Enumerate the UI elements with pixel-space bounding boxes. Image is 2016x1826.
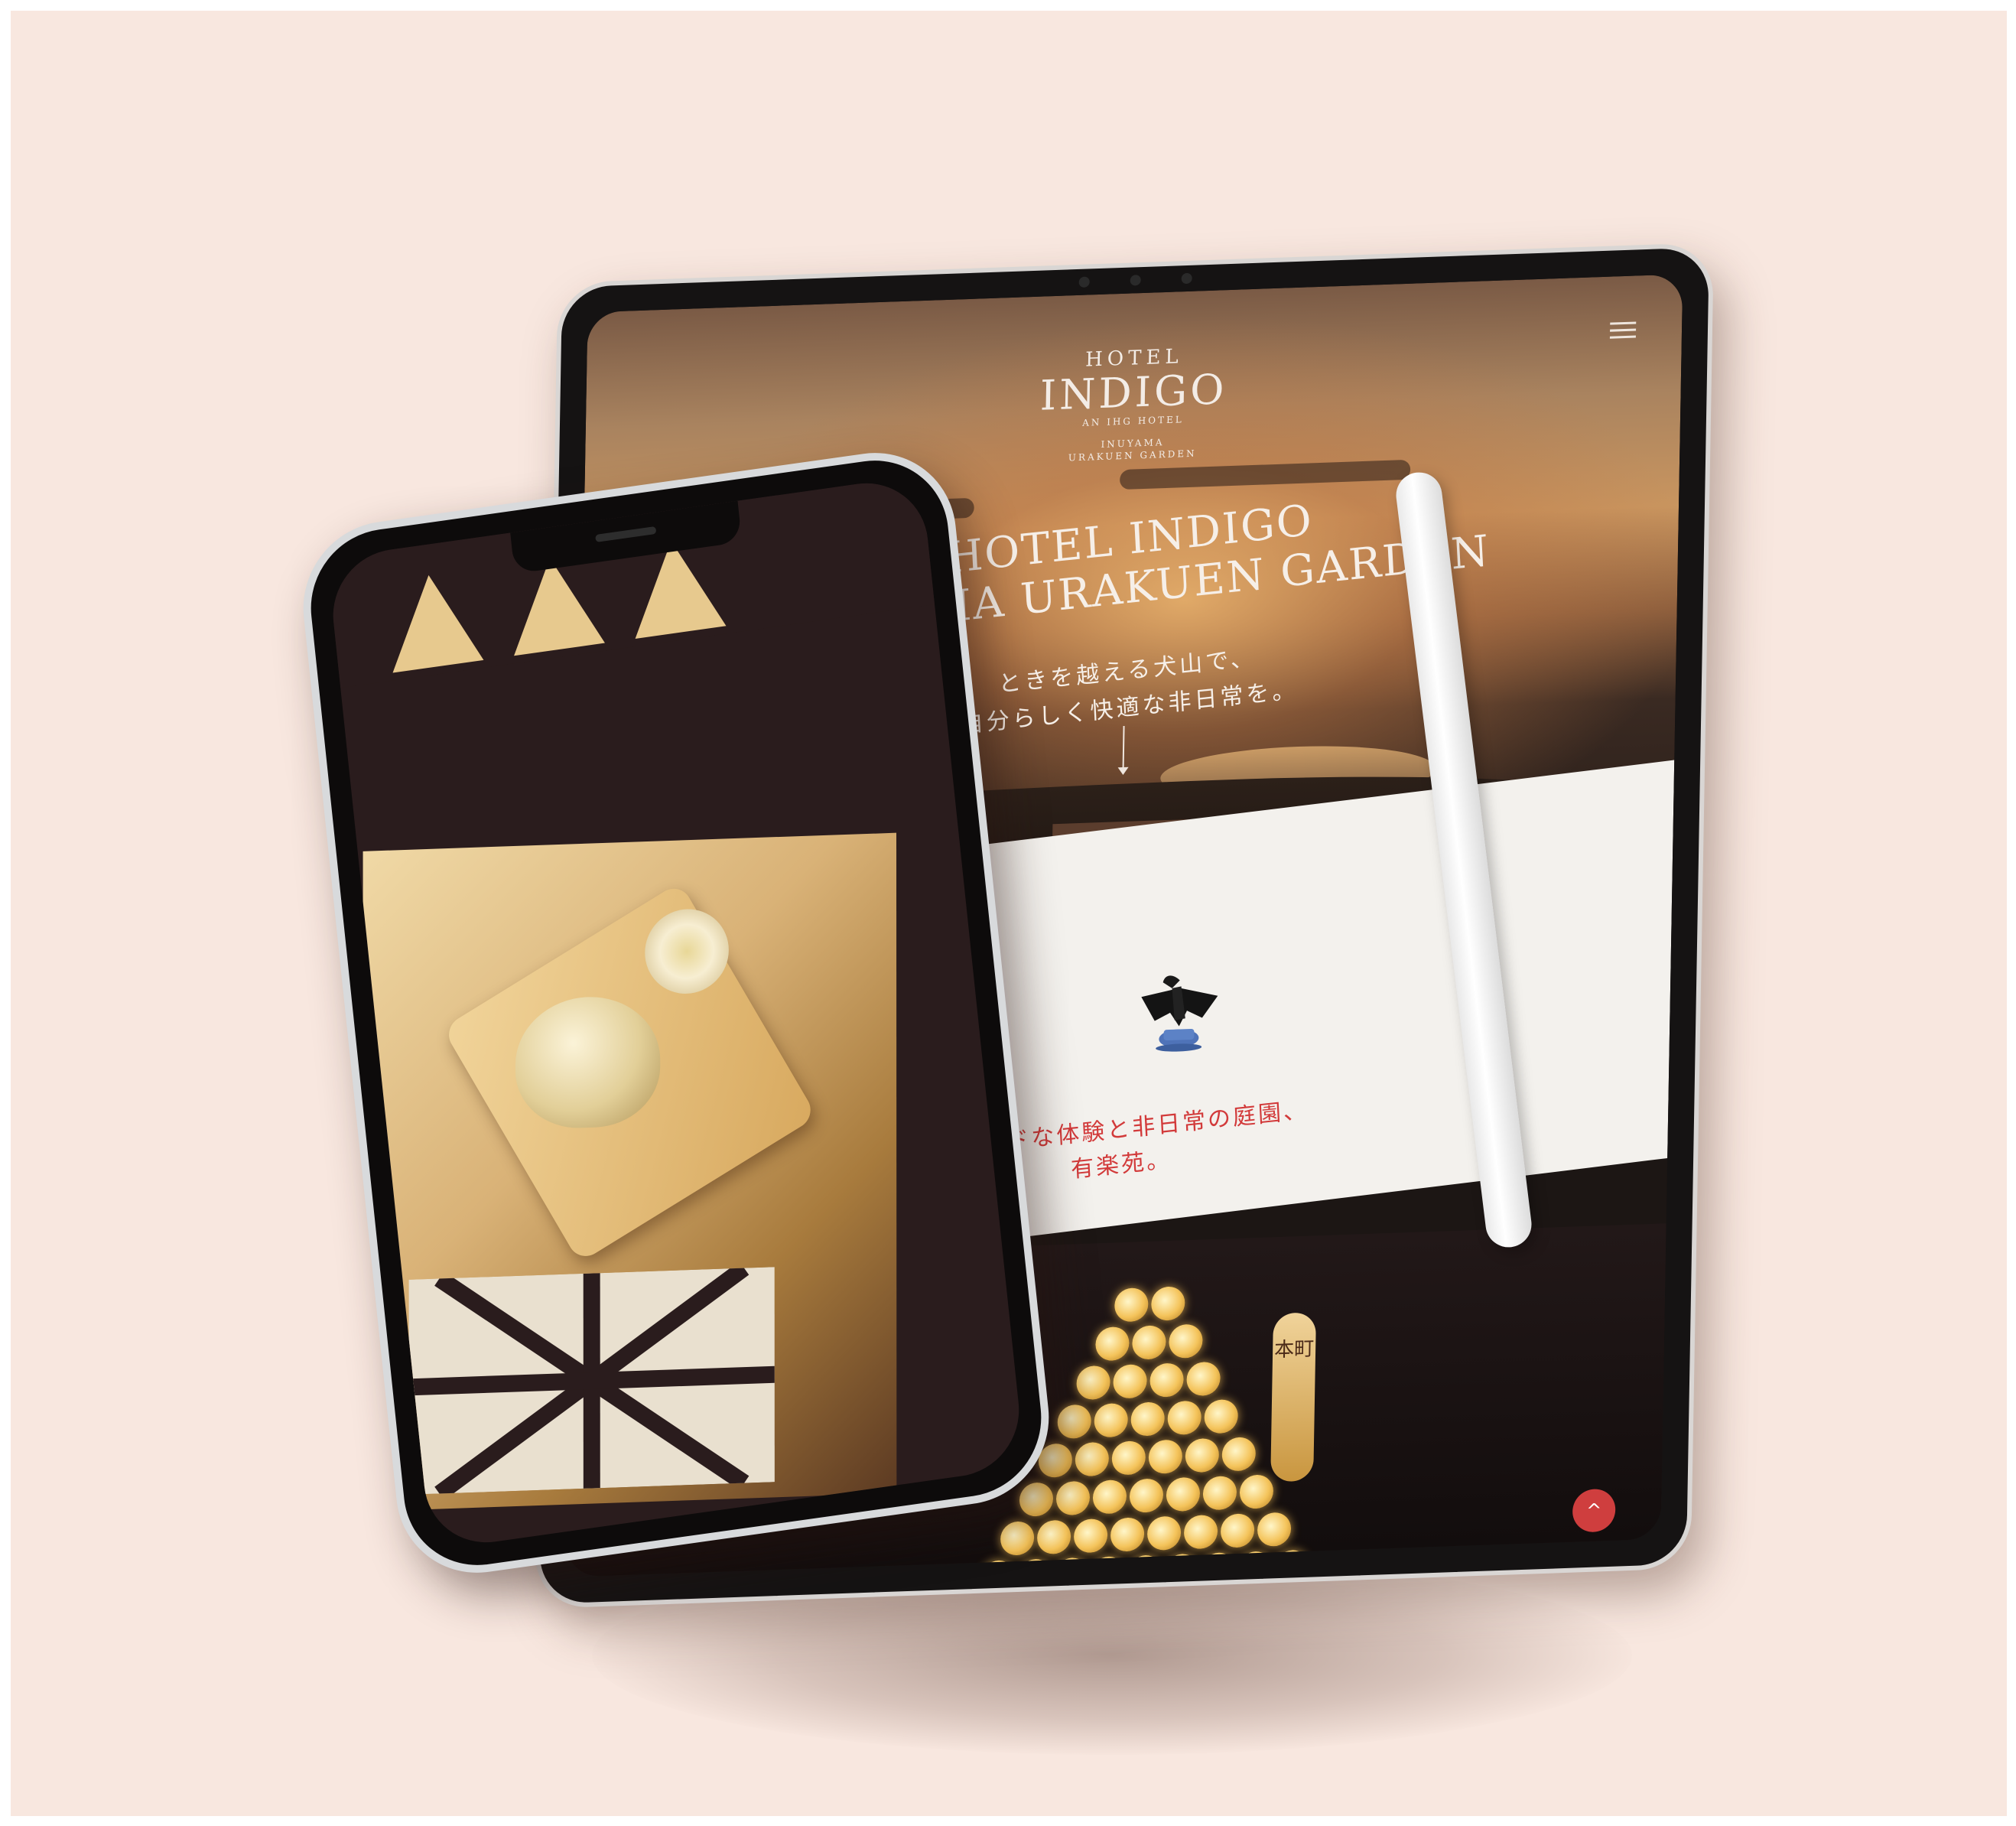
lantern: [1204, 1398, 1239, 1434]
lantern: [1111, 1440, 1146, 1476]
lantern: [1146, 1515, 1182, 1551]
lantern: [1185, 1437, 1220, 1473]
lantern: [1055, 1480, 1091, 1516]
lantern: [1092, 1479, 1127, 1515]
down-arrow-icon[interactable]: [1122, 725, 1125, 773]
lantern: [1149, 1362, 1184, 1398]
cormorant-cup-illustration: [1141, 975, 1218, 1052]
shoji-lattice-top: [327, 474, 935, 688]
phone-screen: [327, 474, 1026, 1551]
cloud: [1119, 459, 1411, 490]
lantern: [1075, 1441, 1110, 1477]
tablet-camera: [1059, 272, 1212, 288]
lantern: [1220, 1513, 1255, 1548]
lantern: [1202, 1475, 1237, 1511]
lantern: [1186, 1361, 1221, 1397]
lantern: [1094, 1402, 1129, 1438]
lantern: [1076, 1365, 1110, 1401]
lantern: [1019, 1482, 1054, 1517]
chevron-up-icon[interactable]: ^: [1572, 1488, 1616, 1533]
phone-device: [294, 441, 1058, 1584]
lantern: [1148, 1439, 1183, 1475]
lantern: [1201, 1552, 1236, 1577]
lantern: [1130, 1401, 1166, 1437]
lantern: [980, 1560, 1016, 1577]
lantern: [1183, 1514, 1218, 1550]
lantern: [1221, 1437, 1257, 1472]
lantern: [1110, 1517, 1145, 1552]
lantern: [1038, 1443, 1073, 1479]
lantern: [1095, 1326, 1130, 1362]
lantern: [1150, 1286, 1185, 1321]
lantern: [1237, 1551, 1273, 1577]
lattice-window: [408, 1267, 775, 1495]
lantern: [1167, 1400, 1202, 1436]
lantern-sign: 本町: [1270, 1312, 1316, 1483]
lantern: [1169, 1323, 1203, 1359]
lantern: [1113, 1364, 1147, 1399]
lantern: [1000, 1521, 1035, 1556]
lantern: [1132, 1325, 1166, 1360]
lantern: [1114, 1287, 1149, 1323]
lantern: [1257, 1512, 1292, 1548]
lantern: [1166, 1476, 1201, 1512]
lantern: [1057, 1404, 1092, 1440]
tea-set-photo: [363, 832, 897, 1512]
lantern: [1127, 1554, 1162, 1577]
lantern: [1017, 1558, 1052, 1577]
lantern: [1091, 1556, 1126, 1577]
lattice-shape: [382, 568, 484, 673]
lantern: [1239, 1474, 1274, 1509]
lantern: [1073, 1518, 1108, 1554]
lantern: [1274, 1549, 1309, 1577]
hotel-logo[interactable]: HOTEL INDIGO AN IHG HOTEL INUYAMA URAKUE…: [585, 327, 1682, 480]
lantern: [1164, 1553, 1199, 1577]
lantern: [1054, 1557, 1089, 1577]
lantern: [1036, 1519, 1071, 1555]
hamburger-menu-icon[interactable]: [1609, 321, 1637, 343]
lantern: [1129, 1478, 1164, 1513]
mockup-scene: HOTEL INDIGO AN IHG HOTEL INUYAMA URAKUE…: [11, 11, 2007, 1816]
